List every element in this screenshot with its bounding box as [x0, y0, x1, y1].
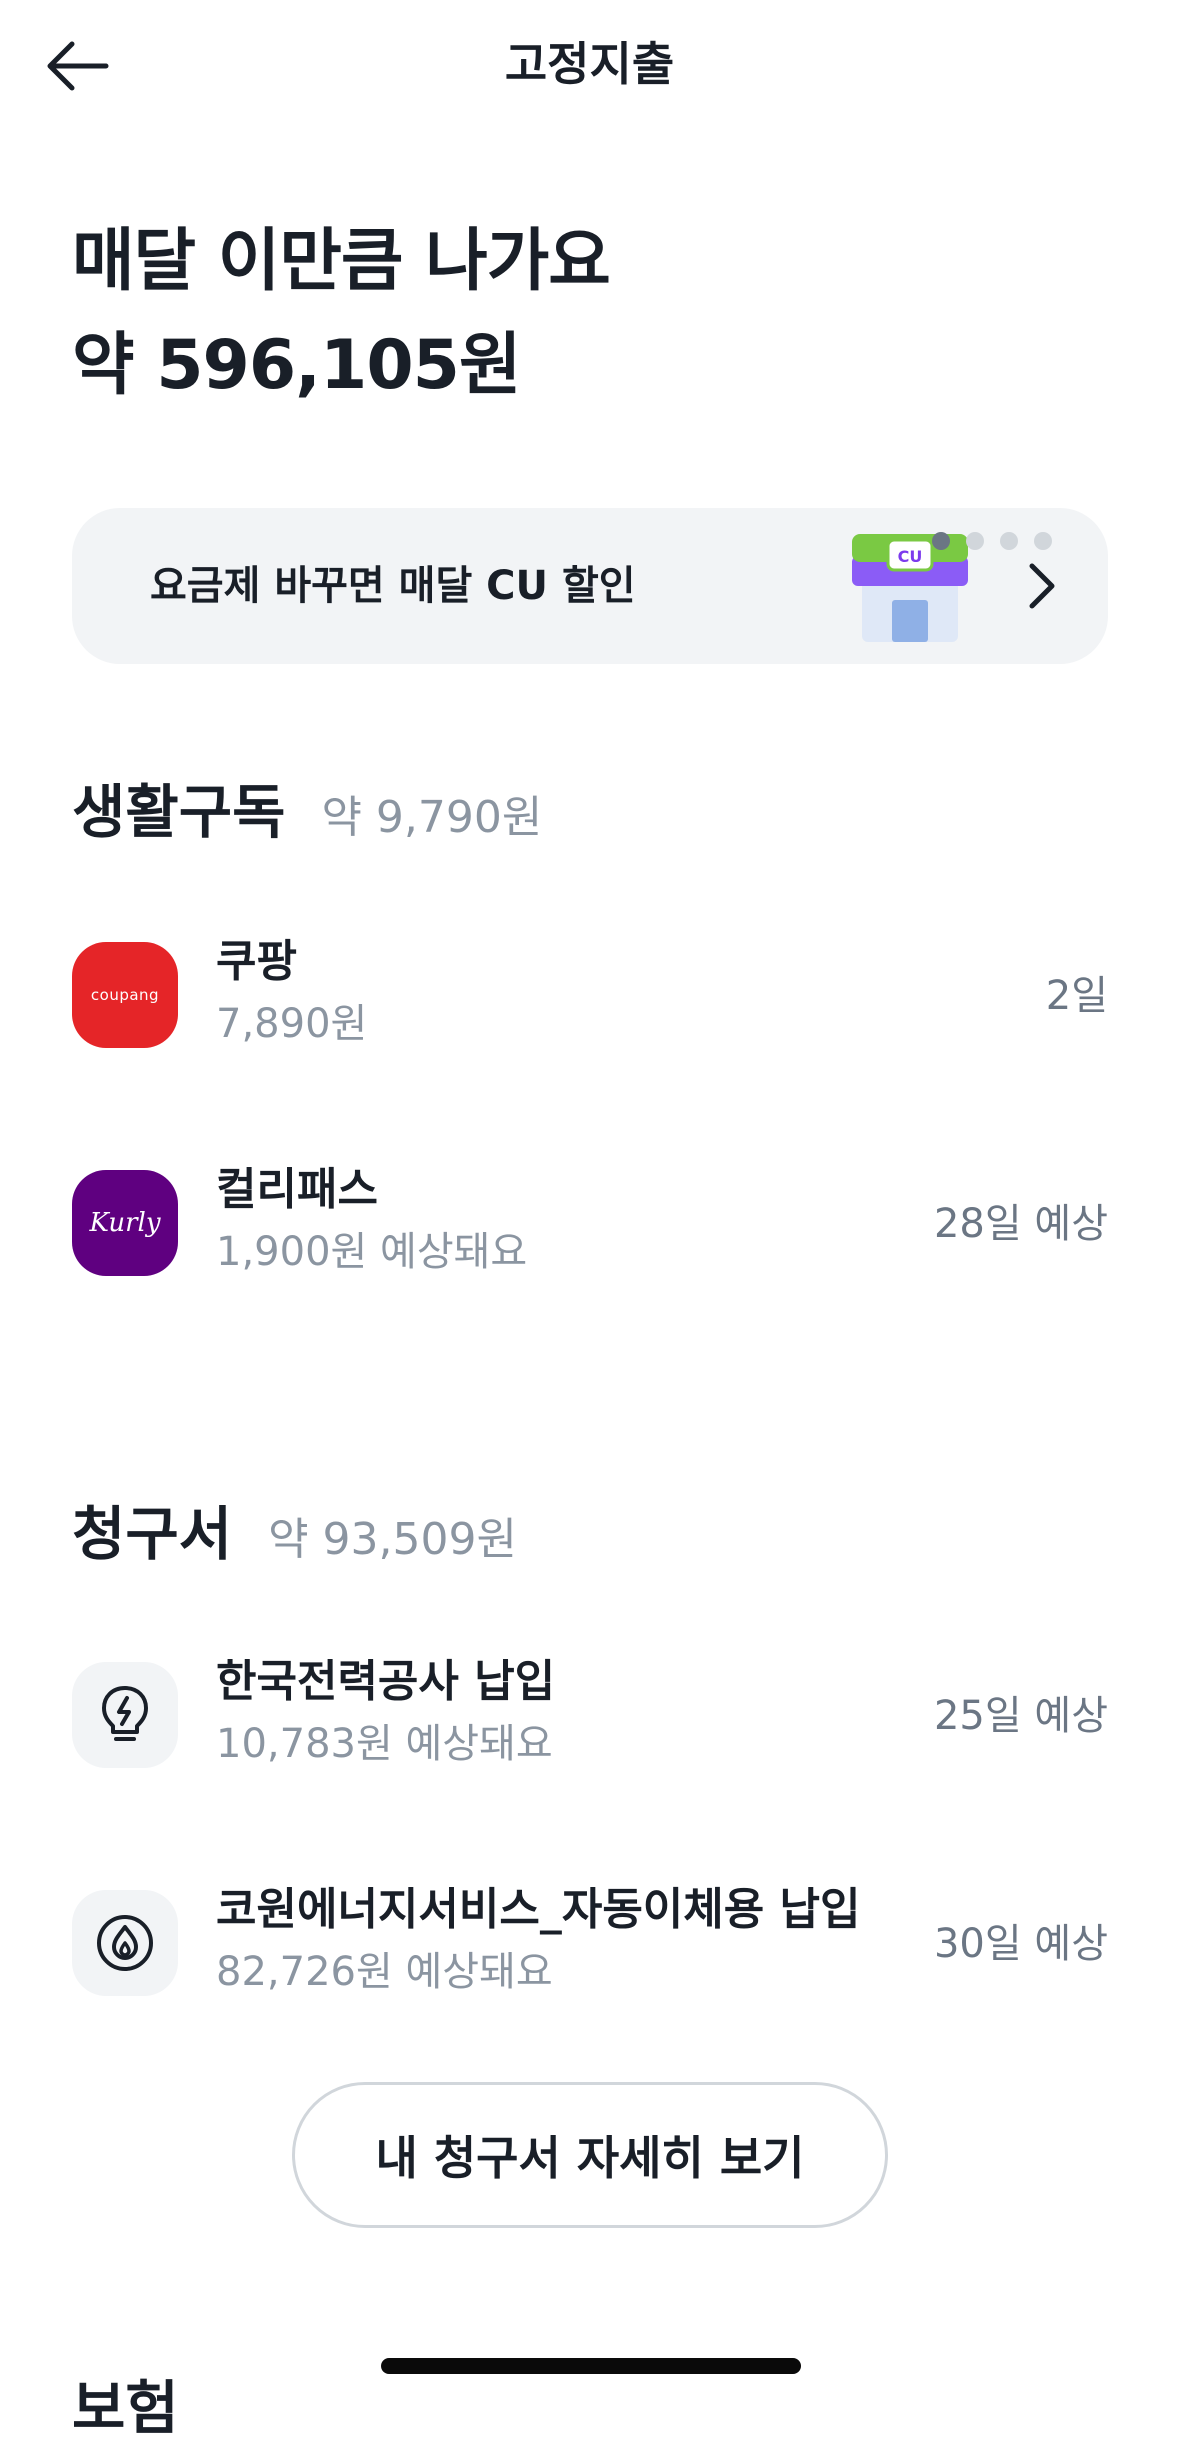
- next-section-title: 보험: [72, 2374, 179, 2442]
- summary-total: 약 596,105원: [72, 326, 522, 405]
- section-title: 청구서: [72, 1500, 233, 1568]
- list-item-kurly[interactable]: Kurly 컬리패스 1,900원 예상돼요 28일 예상: [72, 1160, 1108, 1290]
- item-name: 한국전력공사 납입: [216, 1656, 556, 1707]
- cu-logo-label: CU: [898, 547, 923, 566]
- list-item-coupang[interactable]: coupang 쿠팡 7,890원 2일: [72, 932, 1108, 1062]
- home-indicator[interactable]: [381, 2358, 801, 2374]
- item-amount: 10,783원 예상돼요: [216, 1721, 553, 1767]
- pager-dot[interactable]: [1034, 532, 1052, 550]
- coupang-logo: coupang: [72, 942, 178, 1048]
- kurly-logo-text: Kurly: [89, 1208, 161, 1238]
- promo-banner[interactable]: 요금제 바꾸면 매달 CU 할인 CU: [72, 508, 1108, 664]
- item-amount: 7,890원: [216, 1001, 368, 1047]
- coupang-logo-text: coupang: [90, 986, 160, 1004]
- monthly-summary: 매달 이만큼 나가요 약 596,105원: [72, 210, 1102, 418]
- section-amount: 약 93,509원: [268, 1514, 517, 1565]
- page-title: 고정지출: [504, 37, 675, 91]
- flame-icon: [72, 1890, 178, 1996]
- item-date: 30일 예상: [933, 1921, 1108, 1967]
- pager-dot-active[interactable]: [932, 532, 950, 550]
- bill-details-button[interactable]: 내 청구서 자세히 보기: [292, 2082, 888, 2228]
- summary-heading: 매달 이만큼 나가요: [72, 222, 611, 301]
- item-amount: 1,900원 예상돼요: [216, 1229, 528, 1275]
- item-date: 2일: [1045, 973, 1108, 1019]
- bills-section-header: 청구서 약 93,509원: [72, 1494, 517, 1580]
- list-item-gas[interactable]: 코원에너지서비스_자동이체용 납입 82,726원 예상돼요 30일 예상: [72, 1880, 1108, 2010]
- section-title: 생활구독: [72, 778, 286, 846]
- item-date: 25일 예상: [933, 1693, 1108, 1739]
- promo-banner-text: 요금제 바꾸면 매달 CU 할인: [150, 563, 636, 609]
- subscriptions-section-header: 생활구독 약 9,790원: [72, 772, 542, 858]
- chevron-right-icon: [1029, 563, 1055, 609]
- item-name: 컬리패스: [216, 1164, 378, 1215]
- section-amount: 약 9,790원: [321, 792, 543, 843]
- lightbulb-icon: [72, 1662, 178, 1768]
- kurly-logo: Kurly: [72, 1170, 178, 1276]
- pager-dot[interactable]: [1000, 532, 1018, 550]
- item-name: 코원에너지서비스_자동이체용 납입: [216, 1884, 861, 1935]
- banner-pager[interactable]: [932, 532, 1052, 550]
- top-bar: 고정지출: [0, 0, 1179, 132]
- item-date: 28일 예상: [933, 1201, 1108, 1247]
- item-name: 쿠팡: [216, 936, 297, 987]
- list-item-kepco[interactable]: 한국전력공사 납입 10,783원 예상돼요 25일 예상: [72, 1652, 1108, 1782]
- item-amount: 82,726원 예상돼요: [216, 1949, 553, 1995]
- pager-dot[interactable]: [966, 532, 984, 550]
